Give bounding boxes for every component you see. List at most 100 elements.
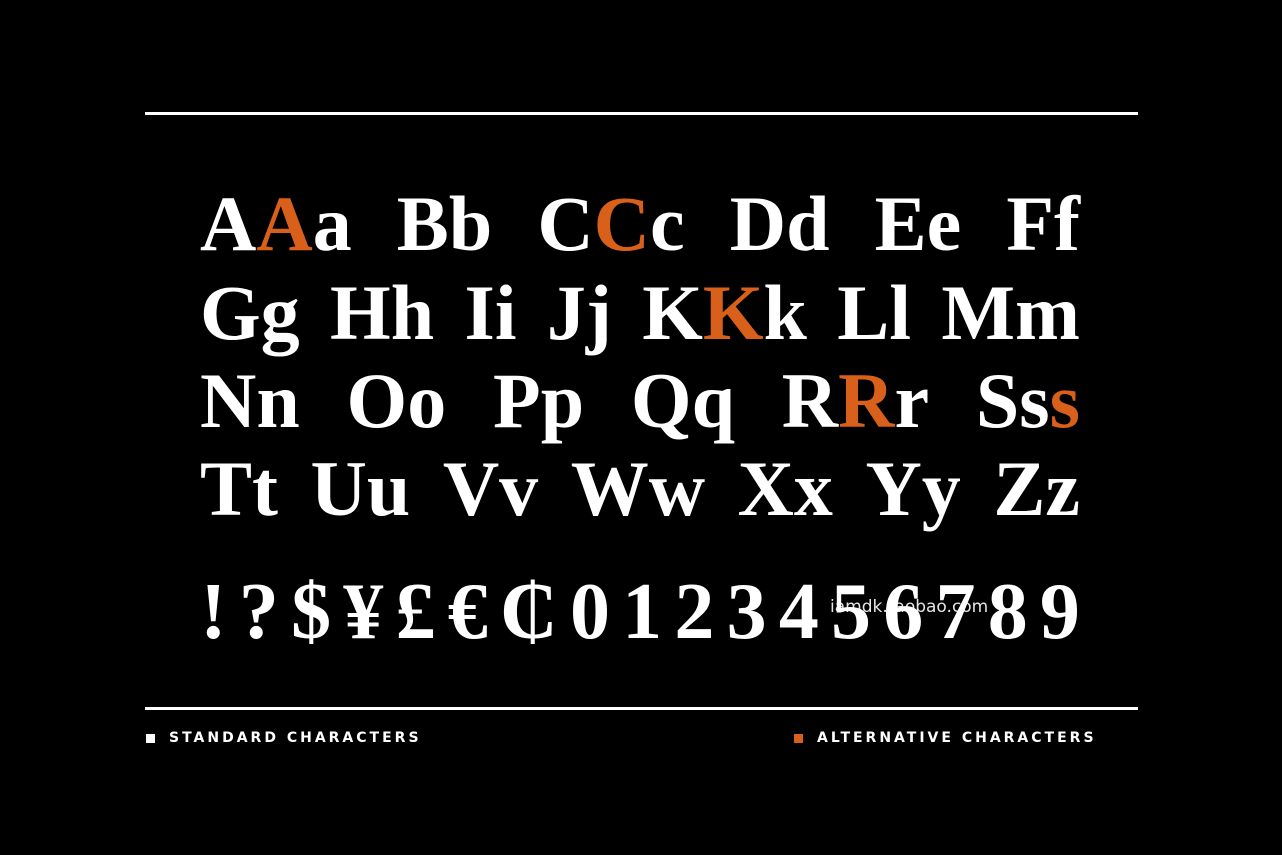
alternative-glyph: s xyxy=(1049,357,1080,444)
symbol-glyph: 2 xyxy=(674,568,715,656)
glyph-group: Uu xyxy=(311,450,411,528)
standard-glyph: b xyxy=(448,180,493,267)
top-rule xyxy=(145,112,1138,115)
standard-glyph: Y xyxy=(865,445,922,532)
standard-glyph: E xyxy=(874,180,927,267)
glyph-group: Pp xyxy=(493,362,584,440)
standard-glyph: v xyxy=(499,445,539,532)
standard-glyph: k xyxy=(763,269,807,356)
standard-glyph: X xyxy=(737,445,794,532)
symbol-glyph: ₵ xyxy=(499,568,558,656)
standard-glyph: T xyxy=(200,445,253,532)
legend-standard: STANDARD CHARACTERS xyxy=(146,730,422,746)
standard-glyph: P xyxy=(493,357,541,444)
alternative-swatch xyxy=(794,733,803,743)
glyph-group: Qq xyxy=(631,362,735,440)
standard-glyph: S xyxy=(975,357,1020,444)
standard-glyph: J xyxy=(546,269,586,356)
standard-glyph: s xyxy=(1019,357,1050,444)
glyph-group: Yy xyxy=(865,450,960,528)
legend-alternative-label: ALTERNATIVE CHARACTERS xyxy=(817,730,1097,746)
standard-glyph: A xyxy=(200,180,257,267)
glyph-group: Mm xyxy=(941,274,1080,352)
standard-glyph: f xyxy=(1054,180,1080,267)
watermark: iamdk.taobao.com xyxy=(830,597,989,617)
standard-glyph: x xyxy=(793,445,833,532)
standard-glyph: e xyxy=(926,180,962,267)
glyph-group: RRr xyxy=(782,362,929,440)
alternative-glyph: R xyxy=(838,357,895,444)
standard-glyph: l xyxy=(889,269,911,356)
standard-glyph: n xyxy=(256,357,300,444)
standard-glyph: U xyxy=(310,445,367,532)
glyph-group: Bb xyxy=(397,185,492,263)
glyph-group: Nn xyxy=(200,362,300,440)
standard-glyph: O xyxy=(346,357,408,444)
legend-standard-label: STANDARD CHARACTERS xyxy=(169,730,422,746)
glyph-group: Ee xyxy=(875,185,962,263)
standard-glyph: z xyxy=(1045,445,1080,532)
symbol-glyph: 4 xyxy=(778,568,819,656)
alphabet-row: AAa Bb CCc Dd Ee Ff xyxy=(200,185,1080,263)
standard-glyph: W xyxy=(570,445,649,532)
alphabet-row: Tt Uu Vv Ww Xx Yy Zz xyxy=(200,450,1080,528)
standard-glyph: L xyxy=(837,269,890,356)
glyph-group: Xx xyxy=(738,450,833,528)
glyph-group: Hh xyxy=(330,274,434,352)
standard-glyph: u xyxy=(366,445,411,532)
glyph-group: KKk xyxy=(642,274,807,352)
glyph-group: Oo xyxy=(347,362,447,440)
symbol-glyph: ? xyxy=(238,568,279,656)
glyph-group: Dd xyxy=(730,185,830,263)
symbol-glyph: 8 xyxy=(987,568,1028,656)
standard-glyph: p xyxy=(540,357,585,444)
standard-glyph: B xyxy=(396,180,449,267)
standard-glyph: K xyxy=(642,269,703,356)
standard-glyph: c xyxy=(650,180,685,267)
standard-glyph: F xyxy=(1006,180,1055,267)
symbol-glyph: 3 xyxy=(726,568,767,656)
alternative-glyph: A xyxy=(256,180,313,267)
standard-glyph: D xyxy=(729,180,787,267)
standard-glyph: d xyxy=(786,180,830,267)
alternative-glyph: K xyxy=(702,269,764,356)
symbol-glyph: 0 xyxy=(569,568,610,656)
glyph-group: Jj xyxy=(547,274,612,352)
standard-glyph: Z xyxy=(993,445,1046,532)
glyph-group: Vv xyxy=(443,450,538,528)
glyph-group: CCc xyxy=(537,185,684,263)
standard-glyph: j xyxy=(585,269,612,356)
standard-glyph: q xyxy=(691,357,735,444)
glyph-group: Ff xyxy=(1006,185,1080,263)
glyph-group: Sss xyxy=(976,362,1080,440)
standard-glyph: N xyxy=(200,357,257,444)
symbol-glyph: 1 xyxy=(622,568,663,656)
standard-glyph: r xyxy=(894,357,930,444)
symbol-glyph: ¥ xyxy=(343,568,384,656)
standard-glyph: g xyxy=(260,269,300,356)
standard-swatch xyxy=(146,733,155,743)
standard-glyph: a xyxy=(312,180,352,267)
standard-glyph: w xyxy=(648,445,706,532)
standard-glyph: M xyxy=(941,269,1015,356)
symbol-glyph: € xyxy=(447,568,488,656)
standard-glyph: I xyxy=(464,269,495,356)
standard-glyph: V xyxy=(442,445,500,532)
alternative-glyph: C xyxy=(593,180,651,267)
standard-glyph: o xyxy=(407,357,447,444)
standard-glyph: y xyxy=(921,445,961,532)
glyph-group: Gg xyxy=(200,274,300,352)
standard-glyph: m xyxy=(1014,269,1080,356)
standard-glyph: R xyxy=(781,357,839,444)
symbol-glyph: 9 xyxy=(1039,568,1080,656)
standard-glyph: t xyxy=(252,445,279,532)
bottom-rule xyxy=(145,707,1138,710)
standard-glyph: h xyxy=(390,269,435,356)
standard-glyph: H xyxy=(330,269,391,356)
standard-glyph: C xyxy=(537,180,594,267)
symbol-glyph: ! xyxy=(200,568,227,656)
standard-glyph: G xyxy=(200,269,261,356)
alphabet-row: Gg Hh Ii Jj KKk Ll Mm xyxy=(200,274,1080,352)
glyph-group: Zz xyxy=(993,450,1080,528)
symbol-glyph: $ xyxy=(291,568,332,656)
